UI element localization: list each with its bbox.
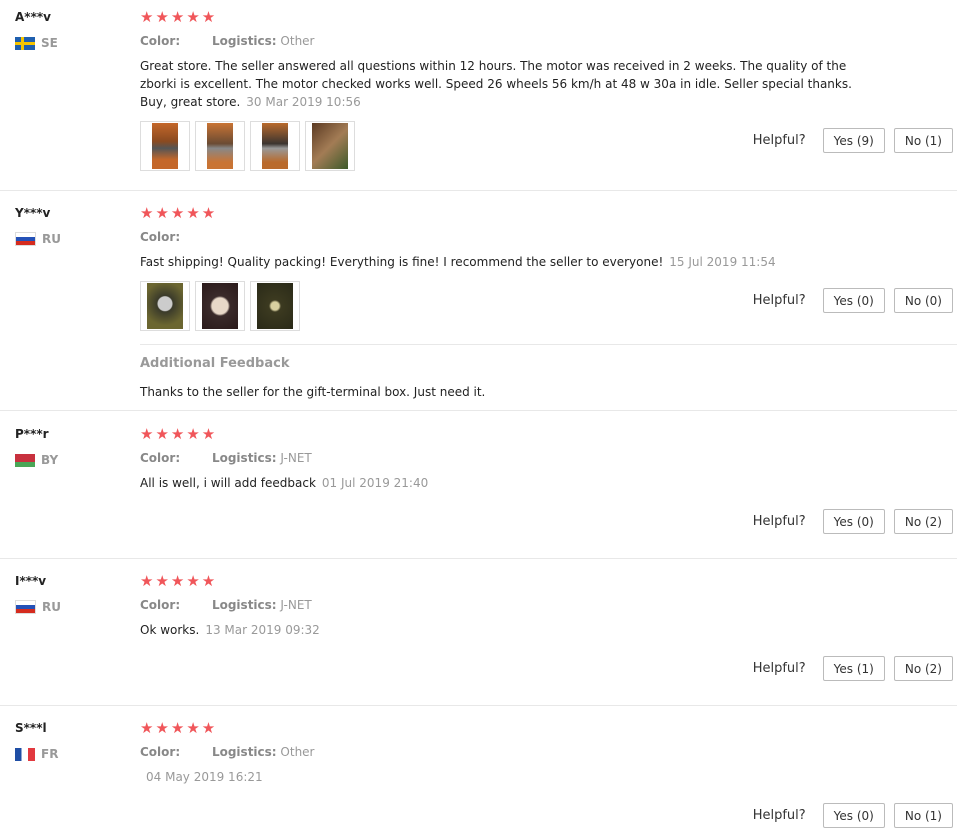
helpful-yes-button[interactable]: Yes (1) (822, 656, 885, 681)
reviewer-name: S***l (15, 721, 47, 735)
review-photo-thumbnail[interactable] (140, 281, 190, 331)
helpful-controls: Helpful? Yes (0) No (2) (753, 509, 953, 534)
review-body: Ok works. (140, 623, 200, 637)
color-label: Color: (140, 34, 181, 48)
star-rating: ★★★★★ (140, 8, 218, 26)
helpful-yes-button[interactable]: Yes (0) (822, 803, 885, 828)
review-photos (140, 281, 300, 331)
review-meta: Color: Logistics: Other (140, 745, 315, 759)
reviewer-name: P***r (15, 427, 49, 441)
helpful-controls: Helpful? Yes (9) No (1) (753, 128, 953, 153)
reviewer-country: BY (15, 453, 58, 467)
review-photos (140, 121, 355, 171)
star-rating: ★★★★★ (140, 425, 218, 443)
review-meta: Color: Logistics: J-NET (140, 598, 312, 612)
star-rating: ★★★★★ (140, 719, 218, 737)
review-photo-thumbnail[interactable] (250, 121, 300, 171)
review-date: 04 May 2019 16:21 (146, 770, 263, 784)
review-divider (0, 705, 957, 706)
helpful-label: Helpful? (752, 661, 806, 676)
review-date: 30 Mar 2019 10:56 (246, 95, 361, 109)
review-divider (0, 190, 957, 191)
flag-by-icon (15, 453, 35, 467)
helpful-controls: Helpful? Yes (0) No (0) (753, 288, 953, 313)
helpful-yes-button[interactable]: Yes (0) (822, 509, 885, 534)
logistics-value: Other (280, 745, 315, 759)
additional-feedback-title: Additional Feedback (140, 356, 290, 371)
review-meta: Color: Logistics: Other (140, 34, 315, 48)
helpful-controls: Helpful? Yes (0) No (1) (753, 803, 953, 828)
logistics-label: Logistics: (211, 745, 277, 759)
country-code: SE (41, 36, 58, 50)
star-rating: ★★★★★ (140, 572, 218, 590)
logistics-value: J-NET (280, 598, 312, 612)
helpful-label: Helpful? (752, 293, 806, 308)
review-text: All is well, i will add feedback 01 Jul 2… (140, 474, 860, 492)
additional-feedback-divider (140, 344, 957, 345)
review-date: 01 Jul 2019 21:40 (321, 476, 429, 490)
flag-ru-icon (15, 232, 36, 246)
helpful-label: Helpful? (752, 133, 806, 148)
helpful-label: Helpful? (752, 514, 806, 529)
review-photo-thumbnail[interactable] (305, 121, 355, 171)
review-meta: Color: Logistics: J-NET (140, 451, 312, 465)
review-photo-thumbnail[interactable] (140, 121, 190, 171)
logistics-value: Other (280, 34, 315, 48)
helpful-no-button[interactable]: No (2) (893, 509, 953, 534)
country-code: BY (41, 453, 59, 467)
color-label: Color: (140, 598, 181, 612)
review-photo-thumbnail[interactable] (250, 281, 300, 331)
review-text: Great store. The seller answered all que… (140, 57, 860, 111)
helpful-controls: Helpful? Yes (1) No (2) (753, 656, 953, 681)
logistics-label: Logistics: (211, 451, 277, 465)
reviewer-name: Y***v (15, 206, 51, 220)
review-body: All is well, i will add feedback (140, 476, 316, 490)
review-photo-thumbnail[interactable] (195, 281, 245, 331)
review-text: Fast shipping! Quality packing! Everythi… (140, 253, 860, 271)
review-date: 15 Jul 2019 11:54 (669, 255, 776, 269)
helpful-yes-button[interactable]: Yes (9) (822, 128, 885, 153)
review-date: 13 Mar 2019 09:32 (205, 623, 320, 637)
review-divider (0, 558, 957, 559)
reviewer-name: I***v (15, 574, 47, 588)
additional-feedback-text: Thanks to the seller for the gift-termin… (140, 385, 486, 399)
review-body: Fast shipping! Quality packing! Everythi… (140, 255, 664, 269)
helpful-no-button[interactable]: No (1) (893, 128, 953, 153)
review-text: Ok works. 13 Mar 2019 09:32 (140, 621, 860, 639)
reviewer-country: RU (15, 232, 61, 246)
color-label: Color: (140, 451, 181, 465)
country-code: FR (41, 747, 59, 761)
helpful-no-button[interactable]: No (0) (893, 288, 953, 313)
reviewer-name: A***v (15, 10, 51, 24)
logistics-value: J-NET (280, 451, 312, 465)
color-label: Color: (140, 230, 181, 244)
helpful-no-button[interactable]: No (2) (893, 656, 953, 681)
country-code: RU (42, 600, 61, 614)
logistics-label: Logistics: (211, 34, 277, 48)
helpful-no-button[interactable]: No (1) (893, 803, 953, 828)
review-meta: Color: (140, 230, 180, 244)
flag-fr-icon (15, 747, 35, 761)
review-photo-thumbnail[interactable] (195, 121, 245, 171)
flag-se-icon (15, 36, 35, 50)
color-label: Color: (140, 745, 181, 759)
logistics-label: Logistics: (211, 598, 277, 612)
helpful-label: Helpful? (752, 808, 806, 823)
review-divider (0, 410, 957, 411)
reviewer-country: SE (15, 36, 58, 50)
flag-ru-icon (15, 600, 36, 614)
star-rating: ★★★★★ (140, 204, 218, 222)
helpful-yes-button[interactable]: Yes (0) (822, 288, 885, 313)
reviewer-country: FR (15, 747, 58, 761)
reviewer-country: RU (15, 600, 61, 614)
review-text: 04 May 2019 16:21 (140, 768, 860, 786)
country-code: RU (42, 232, 61, 246)
